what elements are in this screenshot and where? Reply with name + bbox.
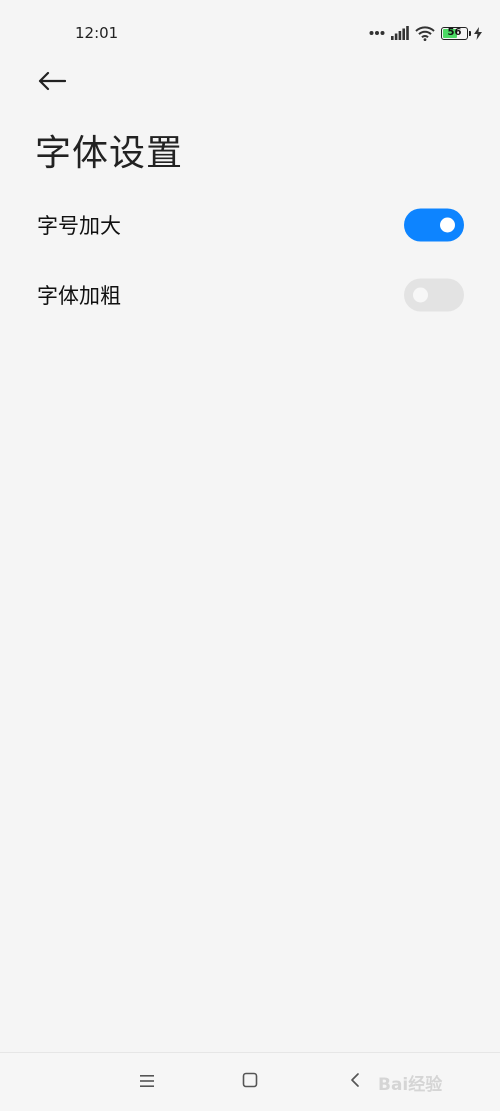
arrow-left-icon <box>38 71 67 95</box>
setting-label: 字体加粗 <box>37 284 121 308</box>
watermark-text: Bai经验 <box>378 1075 443 1095</box>
signal-icon <box>391 26 409 40</box>
menu-icon <box>139 1073 155 1092</box>
battery-icon: 56 <box>441 26 471 40</box>
toggle-knob <box>440 217 455 233</box>
home-icon <box>242 1072 258 1092</box>
wifi-icon <box>415 25 435 41</box>
setting-label: 字号加大 <box>37 214 121 238</box>
nav-back-button[interactable] <box>340 1067 370 1097</box>
more-dots-icon <box>369 30 385 36</box>
watermark: Bai经验 <box>378 1070 442 1095</box>
setting-row-larger-font[interactable]: 字号加大 <box>0 190 500 260</box>
battery-level: 56 <box>447 27 462 38</box>
bold-font-toggle[interactable] <box>404 278 464 312</box>
page-title: 字体设置 <box>35 133 184 174</box>
charging-icon <box>474 26 482 40</box>
nav-home-button[interactable] <box>235 1067 265 1097</box>
nav-menu-button[interactable] <box>132 1067 162 1097</box>
setting-row-bold-font[interactable]: 字体加粗 <box>0 260 500 330</box>
status-time: 12:01 <box>75 24 119 42</box>
back-chevron-icon <box>349 1072 361 1092</box>
back-button[interactable] <box>30 64 74 102</box>
larger-font-toggle[interactable] <box>404 208 464 242</box>
status-bar: 12:01 56 <box>0 0 500 62</box>
toggle-knob <box>413 287 428 303</box>
settings-list: 字号加大 字体加粗 <box>0 190 500 330</box>
status-icons: 56 <box>369 24 482 42</box>
